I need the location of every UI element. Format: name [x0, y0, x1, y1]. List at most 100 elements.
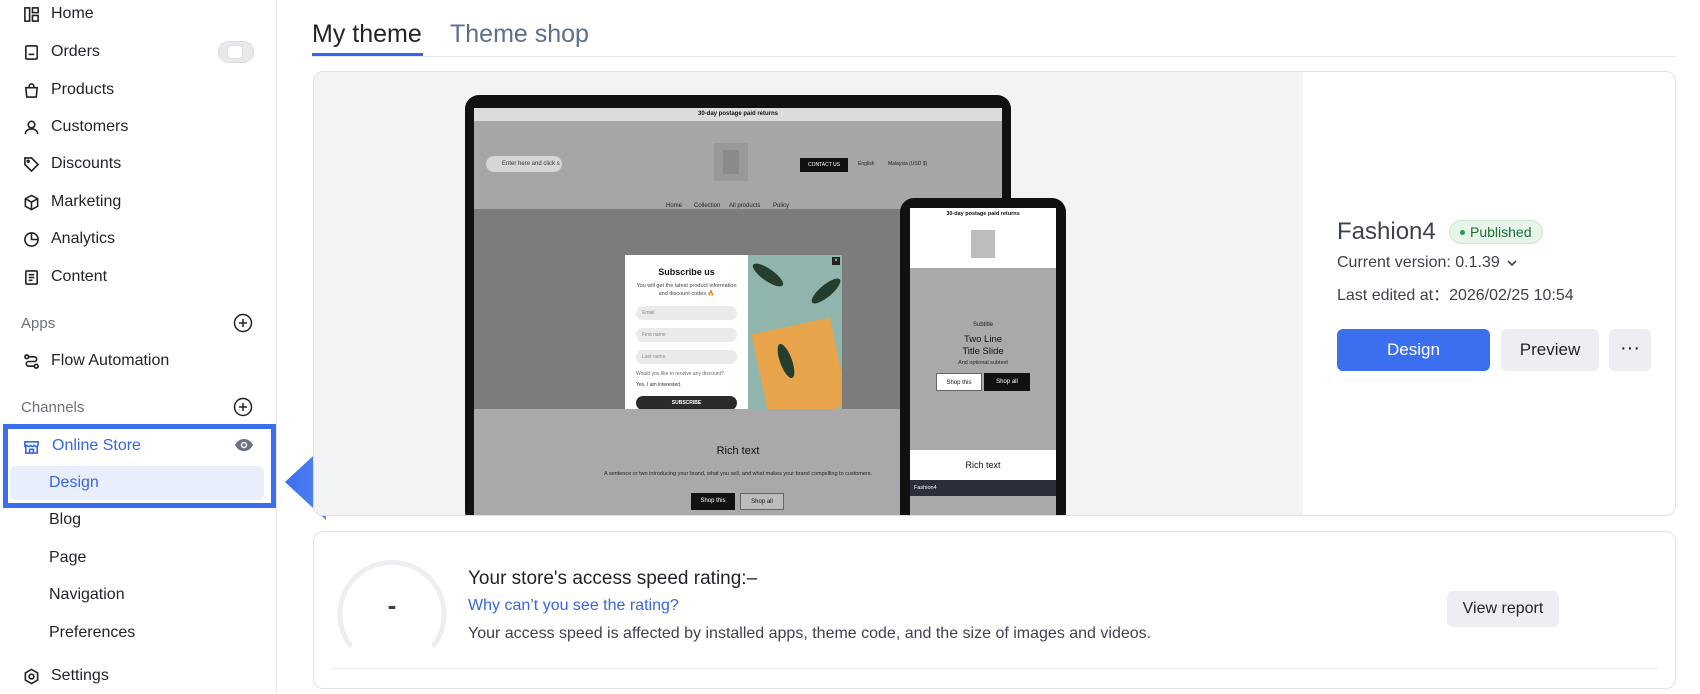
- phone-shop-this-button: Shop this: [936, 373, 982, 391]
- popup-description: You will get the latest product informat…: [636, 283, 737, 297]
- popup-close-icon: ×: [832, 257, 840, 265]
- store-search: Enter here and click s: [486, 156, 562, 172]
- sidebar: Home Orders Products Customers Discounts…: [0, 0, 277, 694]
- gear-icon: [22, 667, 40, 685]
- phone-hero-title-line: Title Slide: [962, 346, 1004, 357]
- shop-this-button: Shop this: [691, 493, 735, 510]
- app-root: Home Orders Products Customers Discounts…: [0, 0, 1700, 694]
- divider: [332, 668, 1658, 669]
- sidebar-subitem-page[interactable]: Page: [10, 541, 264, 575]
- announcement-bar: 30-day postage paid returns: [474, 108, 1002, 121]
- bag-icon: [22, 81, 40, 99]
- sidebar-item-label: Analytics: [51, 230, 116, 247]
- sidebar-item-customers[interactable]: Customers: [0, 110, 276, 144]
- preview-button[interactable]: Preview: [1501, 329, 1599, 371]
- add-channel-button[interactable]: [232, 396, 254, 418]
- phone-rich-text: Rich text: [910, 450, 1056, 480]
- speed-rating-card: - Your store's access speed rating:– Why…: [313, 531, 1676, 689]
- sidebar-item-marketing[interactable]: Marketing: [0, 185, 276, 219]
- sidebar-subitem-navigation[interactable]: Navigation: [10, 578, 264, 612]
- popup-subscribe-button: SUBSCRIBE: [636, 396, 737, 410]
- popup-image: ×: [748, 255, 842, 421]
- phone-hero-title: Two Line Title Slide: [910, 334, 1056, 358]
- version-label: Current version: 0.1.39: [1337, 254, 1500, 271]
- version-select[interactable]: Current version: 0.1.39: [1337, 254, 1519, 272]
- sidebar-item-label: Customers: [51, 118, 129, 135]
- tab-theme-shop[interactable]: Theme shop: [450, 20, 589, 49]
- sidebar-item-flow-automation[interactable]: Flow Automation: [0, 344, 276, 378]
- currency-select: Malaysia (USD $): [888, 161, 928, 167]
- speed-description: Your access speed is affected by install…: [468, 625, 1152, 642]
- sidebar-item-label: Marketing: [51, 193, 122, 210]
- eye-icon: [235, 439, 253, 451]
- phone-bottom-bar: Fashion4: [910, 480, 1056, 496]
- popup-title: Subscribe us: [658, 267, 715, 277]
- sidebar-item-content[interactable]: Content: [0, 260, 276, 294]
- subscribe-popup: Subscribe us You will get the latest pro…: [625, 255, 842, 421]
- popup-lastname-field: Last name: [636, 350, 737, 364]
- sidebar-subitem-blog[interactable]: Blog: [10, 503, 264, 537]
- active-tab-indicator: [312, 53, 423, 56]
- popup-question: Would you like to receive any discount?: [636, 371, 724, 377]
- pie-chart-icon: [22, 230, 40, 248]
- sidebar-item-home[interactable]: Home: [0, 0, 276, 31]
- theme-card: 30-day postage paid returns Enter here a…: [313, 71, 1676, 516]
- channels-section-label: Channels: [21, 399, 85, 416]
- theme-name: Fashion4: [1337, 218, 1436, 245]
- more-actions-button[interactable]: ···: [1609, 329, 1651, 371]
- phone-hero-subtitle: Subtitle: [972, 322, 993, 328]
- sidebar-item-settings[interactable]: Settings: [0, 659, 276, 693]
- add-app-button[interactable]: [232, 312, 254, 334]
- theme-preview: 30-day postage paid returns Enter here a…: [314, 72, 1303, 515]
- sidebar-item-label: Orders: [51, 43, 100, 60]
- store-icon: [23, 438, 40, 455]
- phone-hero: Subtitle Two Line Title Slide And option…: [910, 268, 1056, 450]
- sidebar-item-label: Home: [51, 5, 94, 22]
- sidebar-item-label: Discounts: [51, 155, 122, 172]
- sidebar-item-online-store[interactable]: Online Store: [10, 429, 264, 463]
- speed-title: Your store's access speed rating:–: [468, 568, 758, 589]
- phone-mockup: 30-day postage paid returns Subtitle Two…: [900, 198, 1066, 515]
- sidebar-item-label: Flow Automation: [51, 352, 170, 369]
- cube-icon: [22, 193, 40, 211]
- envelope-graphic: [751, 317, 842, 421]
- store-logo: [714, 143, 748, 181]
- plus-circle-icon: [233, 397, 253, 417]
- design-button[interactable]: Design: [1337, 329, 1490, 371]
- phone-screen: 30-day postage paid returns Subtitle Two…: [910, 208, 1056, 515]
- phone-hero-title-line: Two Line: [963, 334, 1003, 345]
- phone-shop-all-button: Shop all: [984, 373, 1030, 391]
- view-store-button[interactable]: [233, 434, 255, 456]
- popup-checkbox-label: Yes, I am interested.: [636, 382, 682, 388]
- popup-firstname-field: First name: [636, 328, 737, 342]
- home-icon: [22, 5, 40, 23]
- sidebar-item-label: Online Store: [52, 437, 141, 454]
- sidebar-item-analytics[interactable]: Analytics: [0, 222, 276, 256]
- person-icon: [22, 118, 40, 136]
- apps-section-label: Apps: [21, 315, 56, 332]
- tab-my-theme[interactable]: My theme: [312, 20, 422, 49]
- chevron-down-icon: [1507, 260, 1517, 267]
- tag-icon: [22, 155, 40, 173]
- sidebar-item-label: Content: [51, 268, 108, 285]
- contact-button: CONTACT US: [800, 158, 848, 172]
- sidebar-item-label: Products: [51, 81, 115, 98]
- sidebar-item-discounts[interactable]: Discounts: [0, 147, 276, 181]
- orders-badge-toggle[interactable]: [218, 41, 254, 63]
- plus-circle-icon: [233, 313, 253, 333]
- sidebar-item-products[interactable]: Products: [0, 73, 276, 107]
- view-report-button[interactable]: View report: [1447, 591, 1559, 627]
- theme-tabs: My theme Theme shop: [312, 0, 1676, 57]
- theme-info-panel: Fashion4 Published Current version: 0.1.…: [1337, 72, 1667, 515]
- sidebar-subitem-design[interactable]: Design: [10, 466, 264, 500]
- status-badge: Published: [1449, 220, 1543, 244]
- shop-all-button: Shop all: [740, 493, 784, 510]
- sidebar-item-label: Settings: [51, 667, 109, 684]
- last-edited: Last edited at：2026/02/25 10:54: [1337, 287, 1574, 304]
- document-icon: [22, 268, 40, 286]
- popup-email-field: Email: [636, 306, 737, 320]
- sidebar-subitem-preferences[interactable]: Preferences: [10, 616, 264, 650]
- why-no-rating-link[interactable]: Why can’t you see the rating?: [468, 597, 679, 615]
- phone-logo: [971, 230, 995, 258]
- phone-hero-subtext: And optional subtext: [958, 360, 1008, 366]
